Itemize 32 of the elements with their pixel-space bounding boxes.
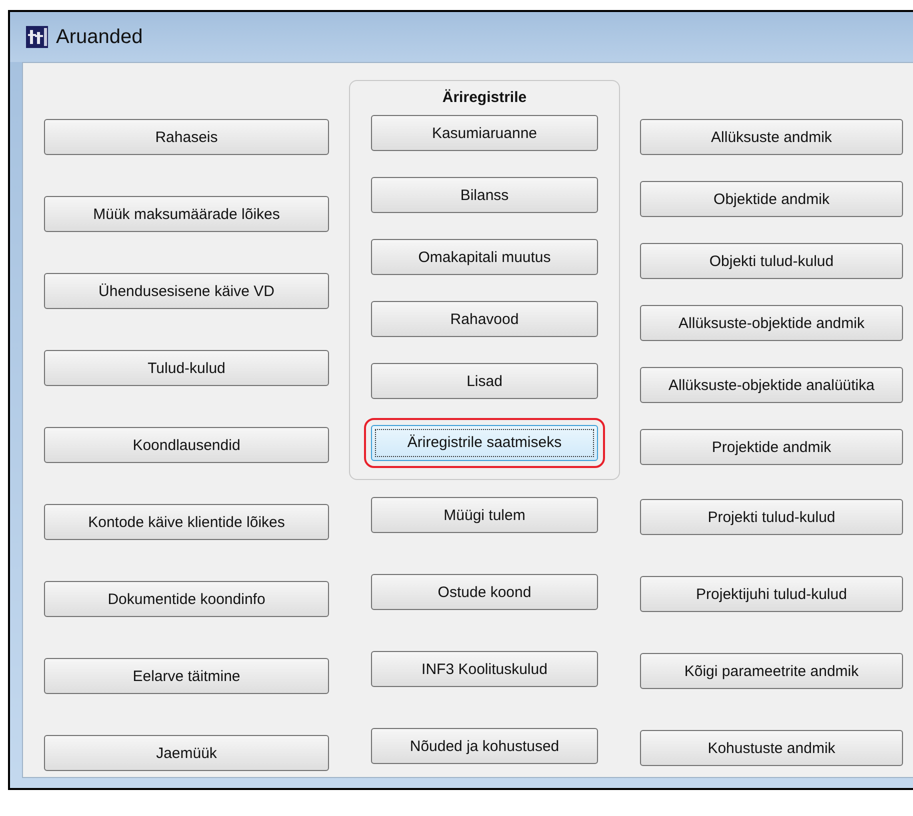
report-button[interactable]: Äriregistrile saatmiseks [371, 425, 598, 461]
report-button[interactable]: Projektide andmik [640, 429, 903, 465]
report-button[interactable]: Dokumentide koondinfo [44, 581, 329, 617]
report-button[interactable]: Kontode käive klientide lõikes [44, 504, 329, 540]
window-title: Aruanded [56, 26, 143, 48]
report-button[interactable]: Projektijuhi tulud-kulud [640, 576, 903, 612]
report-button[interactable]: Bilanss [371, 177, 598, 213]
report-button[interactable]: Omakapitali muutus [371, 239, 598, 275]
app-logo-icon [26, 26, 48, 48]
report-button[interactable]: Koondlausendid [44, 427, 329, 463]
report-button[interactable]: Tulud-kulud [44, 350, 329, 386]
report-button[interactable]: Müük maksumäärade lõikes [44, 196, 329, 232]
report-button[interactable]: Kasumiaruanne [371, 115, 598, 151]
report-button[interactable]: Eelarve täitmine [44, 658, 329, 694]
report-button[interactable]: Müügi tulem [371, 497, 598, 533]
report-button[interactable]: Ostude koond [371, 574, 598, 610]
report-button[interactable]: Projekti tulud-kulud [640, 499, 903, 535]
report-button[interactable]: Rahavood [371, 301, 598, 337]
report-button[interactable]: Objekti tulud-kulud [640, 243, 903, 279]
report-button[interactable]: Lisad [371, 363, 598, 399]
report-button[interactable]: Rahaseis [44, 119, 329, 155]
report-button[interactable]: Allüksuste-objektide andmik [640, 305, 903, 341]
report-button[interactable]: INF3 Koolituskulud [371, 651, 598, 687]
report-button[interactable]: Allüksuste andmik [640, 119, 903, 155]
report-button[interactable]: Kõigi parameetrite andmik [640, 653, 903, 689]
report-button[interactable]: Jaemüük [44, 735, 329, 771]
report-button[interactable]: Allüksuste-objektide analüütika [640, 367, 903, 403]
report-button[interactable]: Objektide andmik [640, 181, 903, 217]
report-button[interactable]: Nõuded ja kohustused [371, 728, 598, 764]
group-title: Äriregistrile [442, 89, 527, 106]
report-button[interactable]: Ühendusesisene käive VD [44, 273, 329, 309]
report-button[interactable]: Kohustuste andmik [640, 730, 903, 766]
